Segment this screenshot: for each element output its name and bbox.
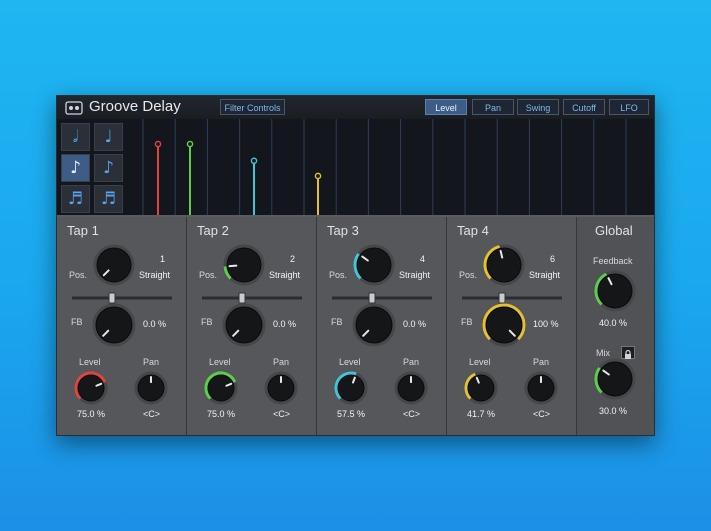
tap-panel-2: Tap 2 Pos. 2 Straight FB 0.0 % Level 75.0 % Pan <… xyxy=(187,217,317,435)
tap-marker-3[interactable] xyxy=(250,157,258,215)
pan-value: <C> xyxy=(273,409,291,419)
level-label: Level xyxy=(79,357,101,367)
level-knob[interactable] xyxy=(463,370,499,406)
feedback-knob[interactable] xyxy=(221,302,267,348)
note-value-grid: 𝅗𝅥 ♩ ♪ ♪ ♬ ♬ xyxy=(61,123,125,215)
level-knob[interactable] xyxy=(203,370,239,406)
level-value: 57.5 % xyxy=(337,409,366,419)
pos-label: Pos. xyxy=(459,270,478,280)
pan-knob[interactable] xyxy=(393,370,429,406)
pan-value: <C> xyxy=(403,409,421,419)
tab-lfo[interactable]: LFO xyxy=(609,99,649,115)
tap-panel-3: Tap 3 Pos. 4 Straight FB 0.0 % Level 57.5 % Pan <… xyxy=(317,217,447,435)
tab-cutoff[interactable]: Cutoff xyxy=(563,99,605,115)
plugin-header: Groove Delay Filter Controls Level Pan Swi… xyxy=(57,96,654,119)
pos-knob[interactable] xyxy=(92,243,136,287)
pan-knob[interactable] xyxy=(263,370,299,406)
pos-knob[interactable] xyxy=(482,243,526,287)
half-note-icon[interactable]: 𝅗𝅥 xyxy=(61,123,90,151)
feedback-knob[interactable] xyxy=(91,302,137,348)
tap-marker-4[interactable] xyxy=(314,172,322,215)
global-feedback-knob[interactable] xyxy=(593,269,637,313)
level-value: 75.0 % xyxy=(77,409,106,419)
fb-value: 100 % xyxy=(533,319,559,329)
eighth-note-icon[interactable]: ♪ xyxy=(94,154,123,182)
pan-label: Pan xyxy=(533,357,550,367)
level-value: 75.0 % xyxy=(207,409,236,419)
level-label: Level xyxy=(339,357,361,367)
pos-mode: Straight xyxy=(529,270,561,280)
pan-value: <C> xyxy=(533,409,551,419)
pan-value: <C> xyxy=(143,409,161,419)
pos-number: 1 xyxy=(160,254,166,264)
pan-knob[interactable] xyxy=(523,370,559,406)
groove-delay-plugin: Groove Delay Filter Controls Level Pan Swi… xyxy=(56,95,655,436)
tap-marker-1[interactable] xyxy=(154,140,162,215)
pos-number: 4 xyxy=(420,254,426,264)
tap-panel-4: Tap 4 Pos. 6 Straight FB 100 % Level 41.7 % Pan <… xyxy=(447,217,577,435)
pos-knob[interactable] xyxy=(352,243,396,287)
tap-display: 𝅗𝅥 ♩ ♪ ♪ ♬ ♬ xyxy=(57,119,654,215)
pos-mode: Straight xyxy=(399,270,431,280)
level-label: Level xyxy=(469,357,491,367)
feedback-label: Feedback xyxy=(593,256,633,266)
eighth-note-icon[interactable]: ♪ xyxy=(61,154,90,182)
pos-label: Pos. xyxy=(329,270,348,280)
pos-mode: Straight xyxy=(269,270,301,280)
fb-value: 0.0 % xyxy=(143,319,167,329)
tap-panel-1: Tap 1 Pos. 1 Straight FB 0.0 % Level 75.0 % Pan <… xyxy=(57,217,187,435)
plugin-title: Groove Delay xyxy=(89,98,181,115)
tap-title: Tap 4 xyxy=(457,223,489,238)
global-title: Global xyxy=(595,223,633,238)
pos-number: 2 xyxy=(290,254,296,264)
fb-value: 0.0 % xyxy=(403,319,427,329)
global-panel: Global Feedback 40.0 % Mix 30.0 % xyxy=(577,217,654,435)
tab-level[interactable]: Level xyxy=(425,99,467,115)
thirtysecond-note-icon[interactable]: ♬ xyxy=(94,185,123,213)
pos-label: Pos. xyxy=(69,270,88,280)
level-knob[interactable] xyxy=(73,370,109,406)
fb-label: FB xyxy=(331,317,343,327)
filter-controls-button[interactable]: Filter Controls xyxy=(220,99,285,115)
tap-marker-2[interactable] xyxy=(186,140,194,215)
pan-label: Pan xyxy=(403,357,420,367)
tap-title: Tap 3 xyxy=(327,223,359,238)
feedback-value: 40.0 % xyxy=(599,318,628,328)
presonus-logo-icon xyxy=(65,101,83,115)
pos-label: Pos. xyxy=(199,270,218,280)
pan-label: Pan xyxy=(273,357,290,367)
tab-pan[interactable]: Pan xyxy=(472,99,514,115)
pos-knob[interactable] xyxy=(222,243,266,287)
feedback-knob[interactable] xyxy=(351,302,397,348)
tap-title: Tap 1 xyxy=(67,223,99,238)
pan-label: Pan xyxy=(143,357,160,367)
fb-value: 0.0 % xyxy=(273,319,297,329)
fb-label: FB xyxy=(201,317,213,327)
mix-value: 30.0 % xyxy=(599,406,628,416)
pan-knob[interactable] xyxy=(133,370,169,406)
level-value: 41.7 % xyxy=(467,409,496,419)
pos-mode: Straight xyxy=(139,270,171,280)
fb-label: FB xyxy=(71,317,83,327)
pos-number: 6 xyxy=(550,254,556,264)
tab-swing[interactable]: Swing xyxy=(517,99,559,115)
level-label: Level xyxy=(209,357,231,367)
sixteenth-note-icon[interactable]: ♬ xyxy=(61,185,90,213)
quarter-note-icon[interactable]: ♩ xyxy=(94,123,123,151)
global-mix-knob[interactable] xyxy=(593,357,637,401)
tap-title: Tap 2 xyxy=(197,223,229,238)
level-knob[interactable] xyxy=(333,370,369,406)
feedback-knob[interactable] xyxy=(481,302,527,348)
tap-timeline[interactable] xyxy=(129,119,654,215)
fb-label: FB xyxy=(461,317,473,327)
